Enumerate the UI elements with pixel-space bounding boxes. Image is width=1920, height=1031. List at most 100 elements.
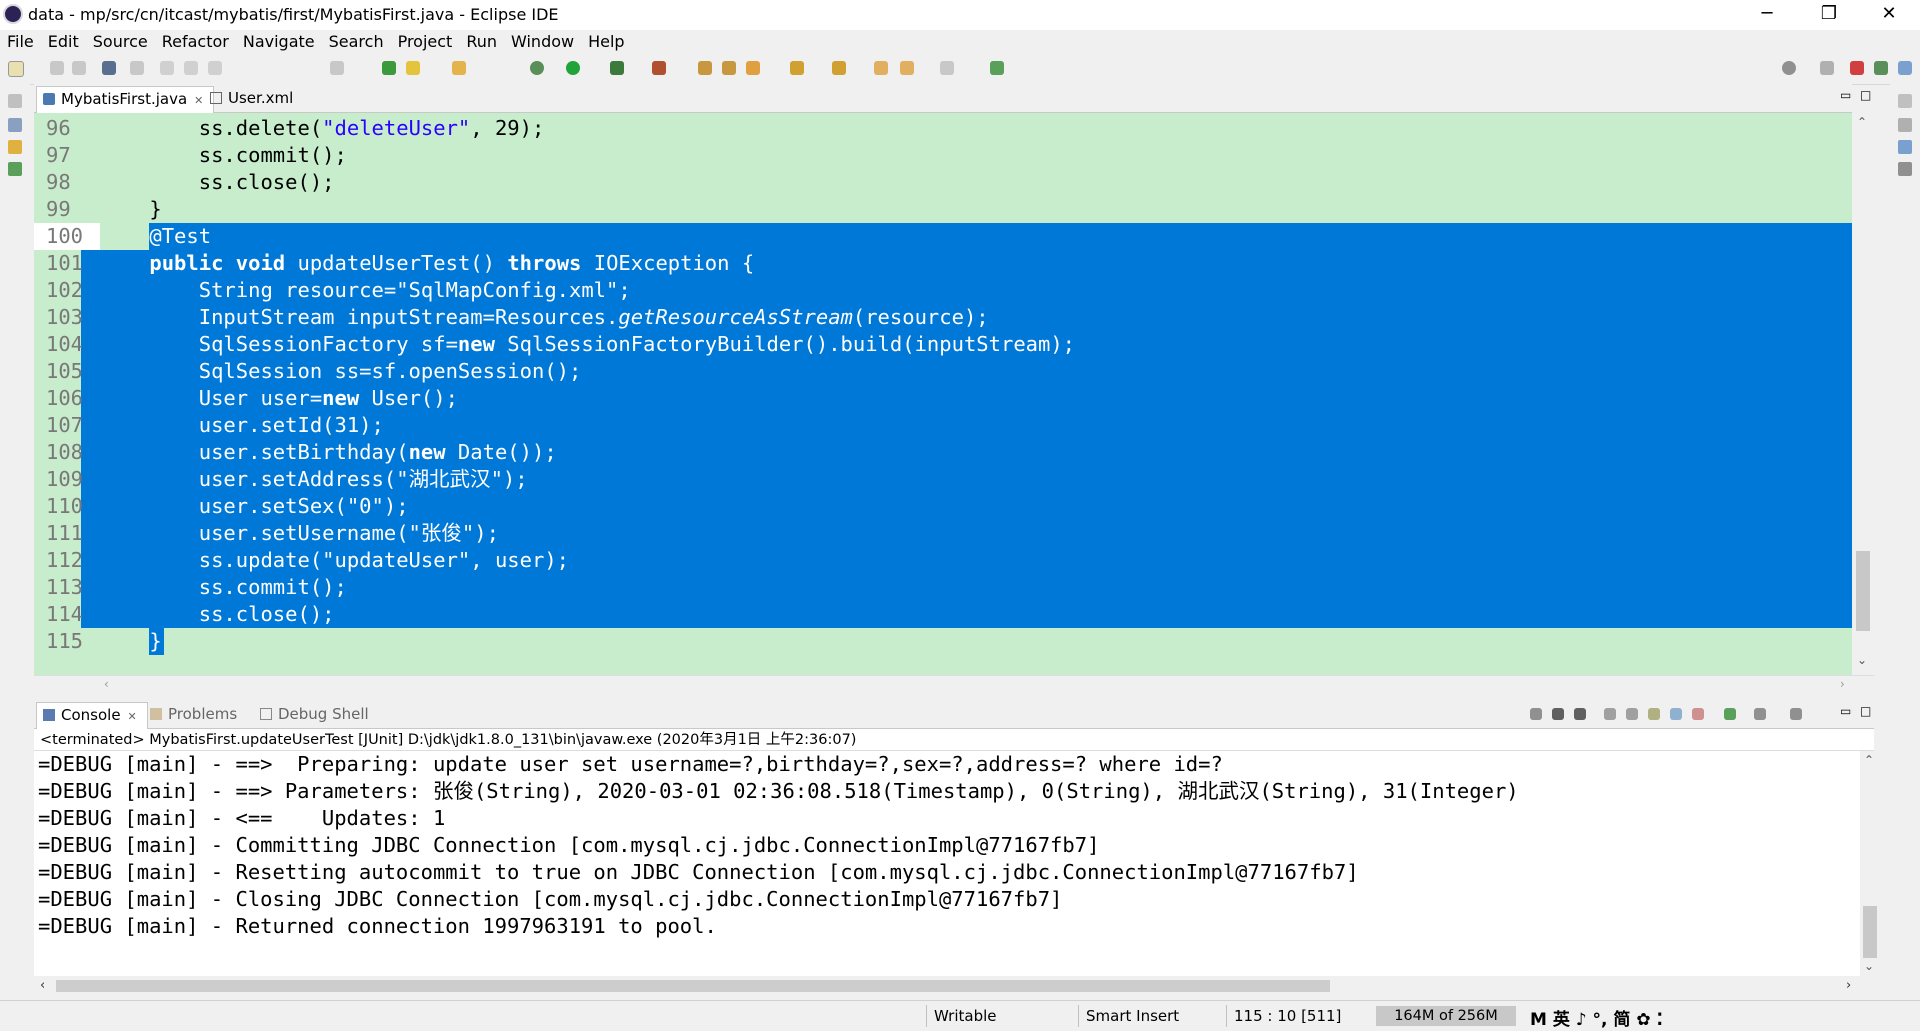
menu-search[interactable]: Search: [322, 30, 391, 52]
toggle-mark-icon[interactable]: [452, 61, 466, 75]
show-stderr-icon[interactable]: [1692, 708, 1704, 720]
scroll-thumb[interactable]: [1863, 906, 1877, 958]
menu-help[interactable]: Help: [581, 30, 631, 52]
code-line[interactable]: 108 user.setBirthday(new Date());: [34, 439, 1852, 466]
code-line[interactable]: 97 ss.commit();: [34, 142, 1852, 169]
menu-edit[interactable]: Edit: [41, 30, 86, 52]
package-explorer-icon[interactable]: [8, 118, 22, 132]
external-tools-icon[interactable]: [652, 61, 666, 75]
code-line[interactable]: 106 User user=new User();: [34, 385, 1852, 412]
format-icon[interactable]: [330, 61, 344, 75]
code-line[interactable]: 102 String resource="SqlMapConfig.xml";: [34, 277, 1852, 304]
suspend-icon[interactable]: [184, 61, 198, 75]
breakpoints-icon[interactable]: [1898, 140, 1912, 154]
scroll-down-icon[interactable]: ⌄: [1864, 959, 1874, 973]
code-line[interactable]: 107 user.setId(31);: [34, 412, 1852, 439]
tab-mybatisfirst-java[interactable]: MybatisFirst.java ✕: [36, 86, 215, 113]
save-icon[interactable]: [50, 61, 64, 75]
terminate-icon[interactable]: [208, 61, 222, 75]
scroll-lock-icon[interactable]: [1626, 708, 1638, 720]
run-icon[interactable]: [566, 61, 580, 75]
last-edit-icon[interactable]: [874, 61, 888, 75]
minimize-console-icon[interactable]: ▭: [1840, 704, 1851, 718]
coverage-icon[interactable]: [610, 61, 624, 75]
open-console-icon[interactable]: [1790, 708, 1802, 720]
debug-perspective-icon[interactable]: [1898, 61, 1912, 75]
display-console-icon[interactable]: [1754, 708, 1766, 720]
save-all-icon[interactable]: [72, 61, 86, 75]
console-vertical-scrollbar[interactable]: ⌃ ⌄: [1860, 751, 1878, 976]
skip-breakpoints-icon[interactable]: [130, 61, 144, 75]
scroll-left-icon[interactable]: ‹: [40, 978, 45, 993]
code-line[interactable]: 113 ss.commit();: [34, 574, 1852, 601]
close-tab-icon[interactable]: ✕: [194, 94, 203, 107]
code-line[interactable]: 96 ss.delete("deleteUser", 29);: [34, 115, 1852, 142]
type-hierarchy-icon[interactable]: [8, 140, 22, 154]
terminal-icon[interactable]: [102, 61, 116, 75]
code-line[interactable]: 114 ss.close();: [34, 601, 1852, 628]
terminate-console-icon[interactable]: [1530, 708, 1542, 720]
code-line[interactable]: 110 user.setSex("0");: [34, 493, 1852, 520]
console-output[interactable]: =DEBUG [main] - ==> Preparing: update us…: [34, 751, 1860, 976]
tab-user-xml[interactable]: User.xml: [204, 86, 303, 112]
forward-icon[interactable]: [940, 61, 954, 75]
minimize-button[interactable]: ─: [1744, 0, 1790, 30]
scroll-thumb[interactable]: [56, 980, 1330, 992]
search-icon[interactable]: [1782, 61, 1796, 75]
debug-icon[interactable]: [530, 61, 544, 75]
scroll-down-icon[interactable]: ⌄: [1857, 653, 1867, 667]
new-class-icon[interactable]: [722, 61, 736, 75]
new-icon[interactable]: [8, 61, 24, 77]
variables-icon[interactable]: [1898, 118, 1912, 132]
code-line[interactable]: 100 @Test: [34, 223, 1852, 250]
code-line[interactable]: 105 SqlSession ss=sf.openSession();: [34, 358, 1852, 385]
code-line[interactable]: 98 ss.close();: [34, 169, 1852, 196]
scroll-thumb[interactable]: [1856, 551, 1870, 631]
next-annotation-icon[interactable]: [790, 61, 804, 75]
remove-launch-icon[interactable]: [1552, 708, 1564, 720]
menu-window[interactable]: Window: [504, 30, 581, 52]
resume-icon[interactable]: [160, 61, 174, 75]
minimize-editor-icon[interactable]: ▭: [1840, 88, 1851, 102]
restore-view-icon[interactable]: [8, 94, 22, 108]
menu-file[interactable]: File: [0, 30, 41, 52]
tab-console[interactable]: Console ✕: [36, 702, 148, 729]
menu-run[interactable]: Run: [459, 30, 504, 52]
close-tab-icon[interactable]: ✕: [128, 710, 137, 723]
pin-editor-icon[interactable]: [990, 61, 1004, 75]
expressions-icon[interactable]: [1898, 162, 1912, 176]
code-line[interactable]: 112 ss.update("updateUser", user);: [34, 547, 1852, 574]
junit-icon[interactable]: [8, 162, 22, 176]
java-ee-perspective-icon[interactable]: [1850, 61, 1864, 75]
open-type-icon[interactable]: [382, 61, 396, 75]
tab-problems[interactable]: Problems: [144, 702, 247, 728]
restore-right-view-icon[interactable]: [1898, 94, 1912, 108]
editor-horizontal-scrollbar[interactable]: ‹ ›: [34, 675, 1874, 694]
code-editor[interactable]: 96 ss.delete("deleteUser", 29); 97 ss.com…: [34, 113, 1852, 675]
remove-all-icon[interactable]: [1574, 708, 1586, 720]
console-horizontal-scrollbar[interactable]: ‹ ›: [34, 976, 1878, 996]
restore-button[interactable]: ❐: [1806, 0, 1852, 30]
code-line[interactable]: 103 InputStream inputStream=Resources.ge…: [34, 304, 1852, 331]
pin-console-icon[interactable]: [1724, 708, 1736, 720]
menu-refactor[interactable]: Refactor: [155, 30, 236, 52]
menu-source[interactable]: Source: [86, 30, 155, 52]
maximize-editor-icon[interactable]: □: [1860, 88, 1871, 102]
tab-debug-shell[interactable]: Debug Shell: [254, 702, 379, 728]
show-stdout-icon[interactable]: [1670, 708, 1682, 720]
search-tool-icon[interactable]: [746, 61, 760, 75]
code-line[interactable]: 104 SqlSessionFactory sf=new SqlSessionF…: [34, 331, 1852, 358]
heap-status[interactable]: 164M of 256M: [1376, 1006, 1516, 1026]
scroll-right-icon[interactable]: ›: [1846, 978, 1851, 993]
prev-annotation-icon[interactable]: [832, 61, 846, 75]
new-package-icon[interactable]: [698, 61, 712, 75]
back-icon[interactable]: [900, 61, 914, 75]
menu-project[interactable]: Project: [391, 30, 460, 52]
scroll-up-icon[interactable]: ⌃: [1864, 753, 1874, 767]
close-button[interactable]: ✕: [1866, 0, 1912, 30]
scroll-right-icon[interactable]: ›: [1840, 677, 1845, 691]
clear-console-icon[interactable]: [1604, 708, 1616, 720]
scroll-left-icon[interactable]: ‹: [104, 677, 109, 691]
code-line[interactable]: 111 user.setUsername("张俊");: [34, 520, 1852, 547]
editor-vertical-scrollbar[interactable]: ⌃ ⌄: [1852, 113, 1874, 675]
